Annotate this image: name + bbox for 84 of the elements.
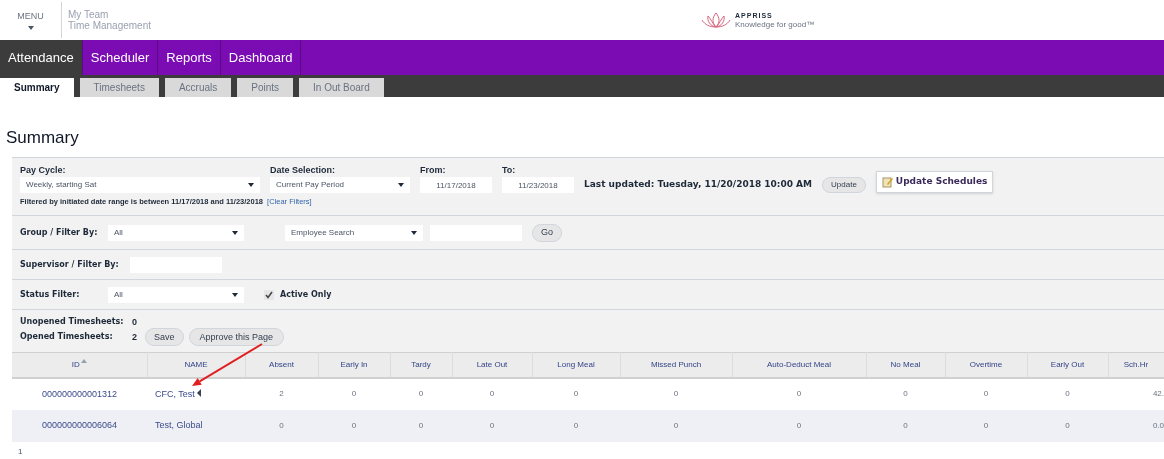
input-field[interactable]: 11/23/2018: [502, 177, 574, 193]
last-updated-text: Last updated: Tuesday, 11/20/2018 10:00 AM: [584, 177, 813, 191]
field-label: Opened Timesheets:: [20, 331, 114, 344]
page-tab[interactable]: Points: [237, 78, 294, 97]
table-cell: 0: [673, 389, 679, 399]
table-cell: 0: [1065, 420, 1070, 430]
column-header[interactable]: ID: [71, 360, 80, 369]
caret-icon: [232, 230, 238, 235]
caret-icon: [248, 183, 254, 187]
lotus-logo-icon: [701, 11, 731, 29]
field-label: From:: [420, 163, 447, 177]
table-cell: 0: [983, 389, 989, 399]
column-header[interactable]: Late Out: [476, 360, 508, 369]
table-cell: 0: [983, 420, 989, 430]
table-cell: 0: [573, 389, 579, 399]
dropdown[interactable]: Weekly, starting Sat: [20, 177, 260, 193]
page-tab[interactable]: Timesheets: [79, 78, 159, 97]
count: 0: [132, 315, 137, 329]
column-header[interactable]: Auto-Deduct Meal: [767, 360, 831, 369]
column-header[interactable]: Tardy: [411, 360, 431, 369]
column-header[interactable]: Early Out: [1050, 360, 1085, 369]
dropdown[interactable]: Current Pay Period: [270, 177, 410, 193]
table-cell: 0: [573, 420, 579, 430]
column-header[interactable]: Sch.Hr: [1123, 360, 1149, 369]
logo-tagline: Knowledge for good™: [735, 19, 815, 29]
dropdown[interactable]: All: [108, 224, 244, 241]
table-cell: 0.0: [1152, 420, 1164, 430]
column-header[interactable]: Early In: [340, 360, 368, 369]
table-cell: 0: [673, 420, 679, 430]
table-cell: 0: [351, 420, 357, 430]
employee-id-link[interactable]: 000000000001312: [41, 388, 118, 399]
sort-arrow-icon: [80, 359, 87, 363]
app-title: My Team Time Management: [68, 9, 151, 31]
caret-icon: [27, 25, 34, 30]
column-header[interactable]: NAME: [184, 360, 208, 369]
dropdown[interactable]: Employee Search: [285, 224, 423, 241]
caret-icon: [232, 292, 238, 297]
page-tab[interactable]: In Out Board: [299, 78, 384, 97]
field-label: Active Only: [280, 288, 332, 301]
column-header[interactable]: Overtime: [969, 360, 1003, 369]
caret-icon: [411, 230, 417, 235]
column-header[interactable]: Absent: [269, 360, 294, 369]
input-field[interactable]: 11/17/2018: [420, 177, 492, 193]
page-tab[interactable]: Accruals: [164, 78, 232, 97]
employee-name-link[interactable]: CFC, Test: [155, 388, 195, 399]
field-label: Supervisor / Filter By:: [20, 258, 120, 271]
caret-icon: [398, 183, 404, 187]
table-cell: 0: [489, 389, 495, 399]
approve-page-button[interactable]: Approve this Page: [188, 328, 285, 347]
button[interactable]: Save: [145, 328, 184, 347]
employee-name-link[interactable]: Test, Global: [155, 420, 203, 430]
table-cell: 0: [796, 389, 802, 399]
table-cell: 0: [351, 389, 357, 399]
page-title: Summary: [6, 127, 80, 149]
table-cell: 0: [279, 420, 284, 430]
field-label: Unopened Timesheets:: [20, 316, 125, 329]
column-header[interactable]: Long Meal: [557, 360, 595, 369]
update-schedules-button[interactable]: Update Schedules: [875, 171, 994, 193]
nav-tab[interactable]: Attendance: [0, 40, 83, 75]
table-cell: 0: [418, 389, 424, 399]
table-cell: 0: [903, 420, 908, 430]
dropdown[interactable]: All: [108, 286, 244, 303]
table-cell: 0: [903, 389, 908, 399]
field-label: To:: [502, 163, 517, 177]
column-header[interactable]: Missed Punch: [650, 360, 702, 369]
column-header[interactable]: No Meal: [890, 360, 921, 369]
table-cell: 42.: [1152, 389, 1164, 399]
page-tab[interactable]: Summary: [0, 78, 74, 97]
active-only-checkbox[interactable]: [264, 289, 274, 300]
table-cell: 2: [279, 389, 284, 399]
field-label: Status Filter:: [20, 288, 81, 301]
table-cell: 0: [418, 420, 424, 430]
table-cell: 0: [489, 420, 495, 430]
count: 2: [132, 330, 137, 344]
employee-id-link[interactable]: 000000000006064: [41, 420, 118, 430]
field-label: Date Selection:: [270, 163, 337, 177]
button[interactable]: Update: [822, 177, 866, 193]
table-cell: 0: [1065, 389, 1070, 399]
field-label: Group / Filter By:: [20, 226, 99, 239]
menu-button[interactable]: MENU: [0, 2, 62, 38]
button[interactable]: Go: [532, 223, 562, 242]
field-label: Pay Cycle:: [20, 163, 67, 177]
table-cell: 0: [796, 420, 802, 430]
document-pencil-icon: [881, 176, 894, 188]
